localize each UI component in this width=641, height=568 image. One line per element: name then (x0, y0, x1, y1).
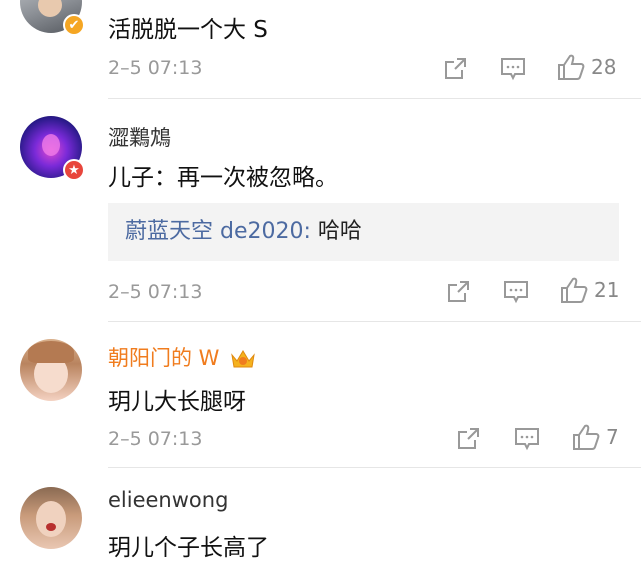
share-icon (448, 281, 469, 302)
username[interactable]: 澀鸈鴆 (108, 122, 171, 152)
like-button[interactable]: 28 (557, 53, 616, 81)
comment-time: 2–5 07:13 (108, 281, 203, 303)
divider (108, 467, 641, 468)
comment-icon (515, 428, 539, 451)
like-count: 7 (606, 425, 619, 449)
crown-icon (231, 350, 255, 368)
thumbs-up-icon (573, 424, 600, 450)
comment-icon (504, 281, 528, 304)
reply-preview[interactable]: 蔚蓝天空 de2020: 哈哈 (108, 203, 619, 261)
comment-text: 玥儿个子长高了 (108, 535, 269, 561)
like-count: 21 (594, 278, 620, 302)
like-count: 28 (591, 55, 617, 79)
thumbs-up-icon (558, 54, 585, 80)
like-button[interactable]: 21 (560, 276, 619, 304)
divider (108, 98, 641, 99)
reply-text: 哈哈 (310, 219, 362, 244)
divider (108, 321, 641, 322)
share-icon (445, 58, 466, 79)
share-button[interactable] (456, 426, 481, 451)
comment-text: 活脱脱一个大 S (108, 17, 268, 43)
comment-time: 2–5 07:13 (108, 57, 203, 79)
star-badge-icon: ★ (63, 159, 85, 181)
comment-button[interactable] (500, 57, 526, 81)
like-button[interactable]: 7 (572, 423, 619, 451)
username[interactable]: 朝阳门的 W (108, 342, 256, 372)
share-icon (458, 428, 479, 449)
thumbs-up-icon (561, 277, 588, 303)
avatar[interactable]: ✔ (20, 0, 85, 36)
avatar[interactable]: ★ (20, 116, 85, 181)
comment-text: 玥儿大长腿呀 (108, 389, 246, 415)
comment-button[interactable] (514, 427, 540, 451)
comment-button[interactable] (503, 280, 529, 304)
share-button[interactable] (443, 56, 468, 81)
avatar[interactable] (20, 339, 82, 401)
comment-text: 儿子：再一次被忽略。 (108, 165, 338, 191)
comment-time: 2–5 07:13 (108, 428, 203, 450)
avatar[interactable] (20, 487, 82, 549)
username[interactable]: elieenwong (108, 488, 228, 512)
username-text: 朝阳门的 W (108, 346, 220, 370)
reply-username[interactable]: 蔚蓝天空 de2020: (125, 219, 311, 244)
share-button[interactable] (446, 279, 471, 304)
verified-badge-icon: ✔ (63, 14, 85, 36)
comment-icon (501, 58, 525, 81)
